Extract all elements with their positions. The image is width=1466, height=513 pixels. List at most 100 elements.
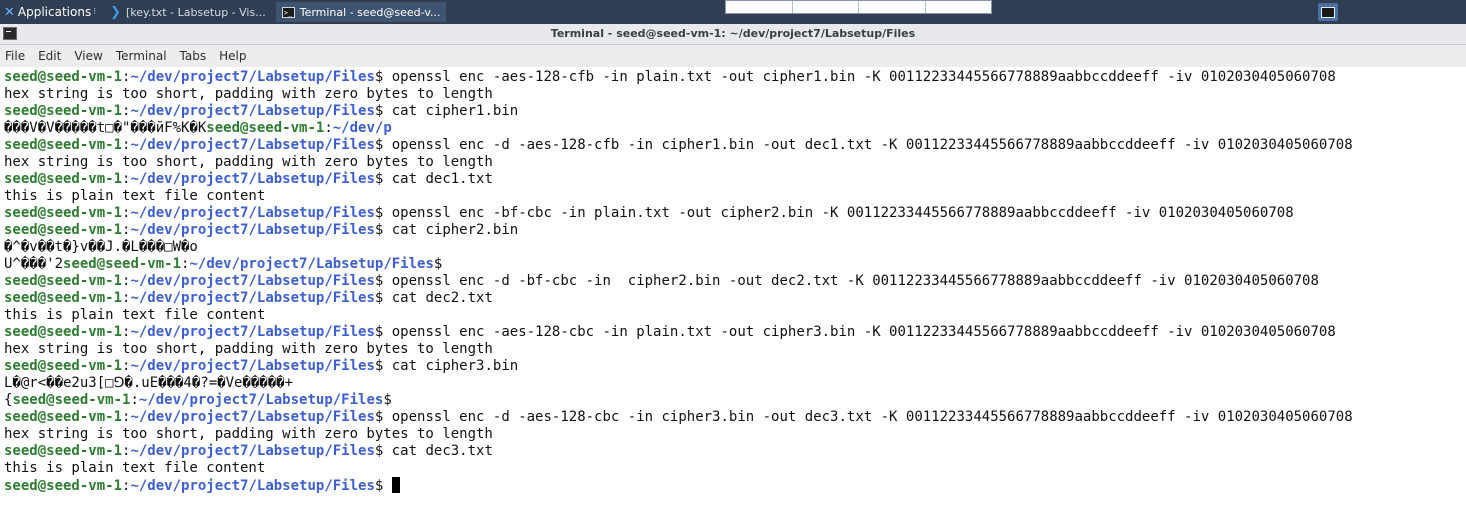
terminal-line: this is plain text file content — [4, 460, 1466, 477]
prompt-path: ~/dev/project7/Labsetup/Files — [130, 478, 375, 494]
output-text: hex string is too short, padding with ze… — [4, 154, 493, 170]
command-text: cat cipher3.bin — [383, 358, 519, 374]
terminal-line: seed@seed-vm-1:~/dev/project7/Labsetup/F… — [4, 443, 1466, 460]
terminal-icon: >_ — [281, 6, 295, 18]
terminal-line: seed@seed-vm-1:~/dev/project7/Labsetup/F… — [4, 137, 1466, 154]
prompt-user: seed@seed-vm-1 — [4, 409, 123, 425]
prompt-path: ~/dev/project7/Labsetup/Files — [130, 69, 375, 85]
terminal-line: L�@r<��e2u3[□⅁�.uE���4�?=�Ve�����+ — [4, 375, 1466, 392]
tray-terminal-icon[interactable] — [1318, 3, 1338, 21]
terminal-line: seed@seed-vm-1:~/dev/project7/Labsetup/F… — [4, 290, 1466, 307]
applications-label: Applications — [17, 5, 92, 19]
command-text: openssl enc -aes-128-cbc -in plain.txt -… — [383, 324, 1336, 340]
prompt-user: seed@seed-vm-1 — [4, 290, 123, 306]
prompt-user: seed@seed-vm-1 — [63, 256, 182, 272]
terminal-line: hex string is too short, padding with ze… — [4, 154, 1466, 171]
terminal-line: seed@seed-vm-1:~/dev/project7/Labsetup/F… — [4, 69, 1466, 86]
terminal-lines: seed@seed-vm-1:~/dev/project7/Labsetup/F… — [0, 69, 1466, 494]
prompt-user: seed@seed-vm-1 — [12, 392, 131, 408]
taskbar-item-label: Terminal - seed@seed-v... — [299, 5, 441, 19]
prompt-path: ~/dev/project7/Labsetup/Files — [130, 273, 375, 289]
command-text — [383, 478, 391, 494]
prompt-path: ~/dev/project7/Labsetup/Files — [130, 443, 375, 459]
prompt-user: seed@seed-vm-1 — [4, 478, 123, 494]
prompt-user: seed@seed-vm-1 — [4, 205, 123, 221]
prompt-path: ~/dev/project7/Labsetup/Files — [130, 137, 375, 153]
command-text: cat dec1.txt — [383, 171, 493, 187]
prompt-user: seed@seed-vm-1 — [4, 171, 123, 187]
terminal-line: seed@seed-vm-1:~/dev/project7/Labsetup/F… — [4, 171, 1466, 188]
menu-file[interactable]: File — [0, 49, 32, 63]
terminal-line: this is plain text file content — [4, 188, 1466, 205]
terminal-line: ���V�V�����t□�"���йF%K�Kseed@seed-vm-1:~… — [4, 120, 1466, 137]
prompt-user: seed@seed-vm-1 — [4, 273, 123, 289]
menu-help[interactable]: Help — [213, 49, 253, 63]
output-text: ���V�V�����t□�"���йF%K�K — [4, 120, 207, 136]
prompt-symbol: $ — [433, 256, 443, 272]
workspace-2[interactable] — [793, 1, 859, 13]
prompt-separator: : — [324, 120, 333, 136]
workspace-3[interactable] — [859, 1, 926, 13]
output-text: �^�v��t�}v��J.�L���□W�o — [4, 239, 198, 255]
menu-tabs[interactable]: Tabs — [174, 49, 214, 63]
command-text: openssl enc -aes-128-cfb -in plain.txt -… — [383, 69, 1336, 85]
terminal-line: seed@seed-vm-1:~/dev/project7/Labsetup/F… — [4, 222, 1466, 239]
window-titlebar[interactable]: Terminal - seed@seed-vm-1: ~/dev/project… — [0, 24, 1466, 45]
taskbar-item-vscode[interactable]: ❯ [key.txt - Labsetup - Vis... — [104, 2, 272, 22]
applications-menu[interactable]: ✕ Applications ⁝ — [0, 0, 100, 24]
prompt-path: ~/dev/project7/Labsetup/Files — [130, 171, 375, 187]
prompt-path: ~/dev/p — [332, 120, 392, 136]
menu-arrow-icon: ⁝ — [93, 7, 97, 17]
terminal-line: {seed@seed-vm-1:~/dev/project7/Labsetup/… — [4, 392, 1466, 409]
vscode-icon: ❯ — [110, 4, 121, 20]
command-text: cat cipher2.bin — [383, 222, 519, 238]
terminal-line: seed@seed-vm-1:~/dev/project7/Labsetup/F… — [4, 273, 1466, 290]
prompt-user: seed@seed-vm-1 — [206, 120, 325, 136]
prompt-separator: : — [130, 392, 139, 408]
prompt-user: seed@seed-vm-1 — [4, 324, 123, 340]
workspace-switcher[interactable] — [725, 0, 992, 14]
output-text: L�@r<��e2u3[□⅁�.uE���4�?=�Ve�����+ — [4, 375, 293, 391]
command-text: cat dec2.txt — [383, 290, 493, 306]
prompt-user: seed@seed-vm-1 — [4, 358, 123, 374]
terminal-line: �^�v��t�}v��J.�L���□W�o — [4, 239, 1466, 256]
output-text: this is plain text file content — [4, 307, 266, 323]
command-text: openssl enc -bf-cbc -in plain.txt -out c… — [383, 205, 1294, 221]
terminal-line: seed@seed-vm-1:~/dev/project7/Labsetup/F… — [4, 205, 1466, 222]
workspace-4[interactable] — [926, 1, 992, 13]
prompt-path: ~/dev/project7/Labsetup/Files — [138, 392, 384, 408]
prompt-user: seed@seed-vm-1 — [4, 69, 123, 85]
prompt-path: ~/dev/project7/Labsetup/Files — [130, 222, 375, 238]
prompt-path: ~/dev/project7/Labsetup/Files — [130, 324, 375, 340]
command-text: openssl enc -d -aes-128-cfb -in cipher1.… — [383, 137, 1353, 153]
menu-view[interactable]: View — [68, 49, 109, 63]
prompt-user: seed@seed-vm-1 — [4, 443, 123, 459]
terminal-line: hex string is too short, padding with ze… — [4, 86, 1466, 103]
terminal-line: U^���'2seed@seed-vm-1:~/dev/project7/Lab… — [4, 256, 1466, 273]
terminal-line: this is plain text file content — [4, 307, 1466, 324]
terminal-output[interactable]: seed@seed-vm-1:~/dev/project7/Labsetup/F… — [0, 69, 1466, 513]
terminal-line: hex string is too short, padding with ze… — [4, 341, 1466, 358]
workspace-1[interactable] — [726, 1, 793, 13]
prompt-symbol: $ — [383, 392, 392, 408]
menu-edit[interactable]: Edit — [32, 49, 68, 63]
output-text: hex string is too short, padding with ze… — [4, 86, 493, 102]
window-title: Terminal - seed@seed-vm-1: ~/dev/project… — [550, 27, 916, 40]
output-text: hex string is too short, padding with ze… — [4, 341, 493, 357]
menu-terminal[interactable]: Terminal — [110, 49, 174, 63]
output-text: hex string is too short, padding with ze… — [4, 426, 493, 442]
prompt-user: seed@seed-vm-1 — [4, 103, 123, 119]
output-text: this is plain text file content — [4, 188, 266, 204]
prompt-path: ~/dev/project7/Labsetup/Files — [130, 290, 375, 306]
taskbar-item-terminal[interactable]: >_ Terminal - seed@seed-v... — [275, 2, 447, 22]
menu-bar: File Edit View Terminal Tabs Help — [0, 45, 1466, 67]
terminal-line: seed@seed-vm-1:~/dev/project7/Labsetup/F… — [4, 103, 1466, 120]
prompt-path: ~/dev/project7/Labsetup/Files — [130, 358, 375, 374]
xfce-logo-icon: ✕ — [4, 4, 15, 20]
prompt-user: seed@seed-vm-1 — [4, 222, 123, 238]
output-text: this is plain text file content — [4, 460, 266, 476]
command-text: cat cipher1.bin — [383, 103, 519, 119]
text-cursor — [391, 477, 400, 493]
command-text: cat dec3.txt — [383, 443, 493, 459]
prompt-user: seed@seed-vm-1 — [4, 137, 123, 153]
